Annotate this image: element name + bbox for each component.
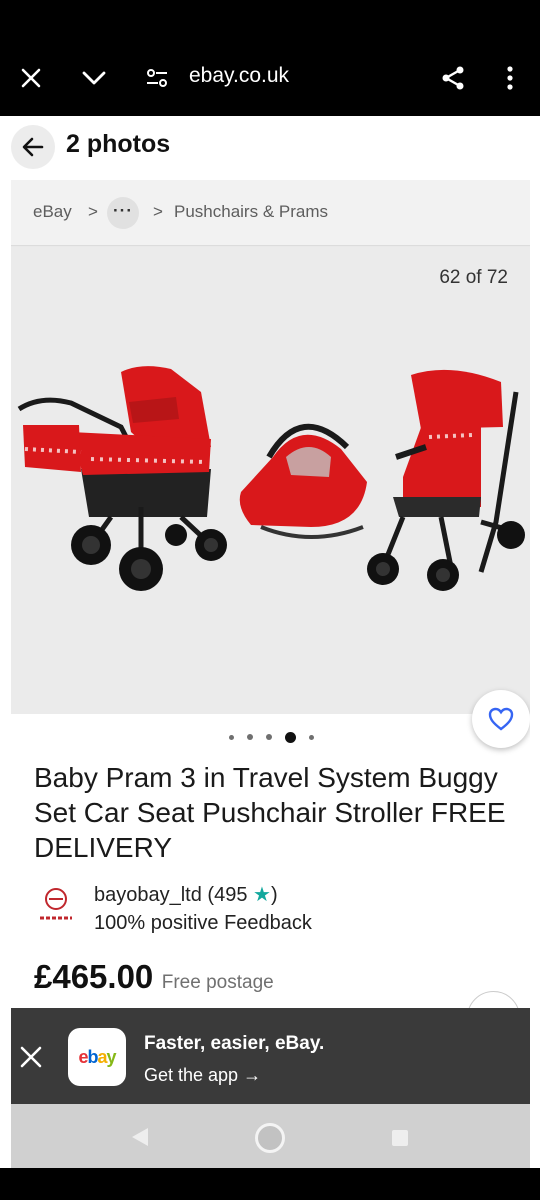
seller-feedback: 100% positive Feedback: [94, 912, 312, 934]
nav-back-icon[interactable]: [130, 1126, 150, 1148]
ebay-logo-y: y: [106, 1046, 117, 1067]
pram-set-image: [17, 366, 525, 591]
gallery-header: 2 photos: [0, 116, 540, 180]
arrow-left-icon: [22, 137, 44, 157]
breadcrumb-root-link[interactable]: eBay: [33, 202, 72, 222]
chevron-right-icon: >: [88, 202, 98, 221]
nav-recents-icon[interactable]: [392, 1130, 408, 1146]
site-settings-icon[interactable]: [135, 56, 179, 100]
back-button[interactable]: [11, 125, 55, 169]
breadcrumb: eBay > ··· > Pushchairs & Prams: [11, 180, 530, 246]
photo-counter: 62 of 72: [439, 267, 508, 288]
ebay-logo-a: a: [97, 1046, 107, 1067]
carousel-dot[interactable]: [229, 734, 234, 740]
close-icon[interactable]: [18, 1044, 44, 1070]
system-nav-bar: [11, 1104, 530, 1168]
chevron-down-icon[interactable]: [72, 56, 116, 100]
carousel-dots[interactable]: [229, 730, 314, 744]
product-photo[interactable]: 62 of 72: [11, 247, 530, 714]
stroller-illustration: [367, 369, 525, 591]
url-text[interactable]: ebay.co.uk: [189, 64, 289, 88]
carrycot-pram-illustration: [17, 366, 227, 591]
chevron-right-icon: >: [153, 202, 163, 221]
carousel-dot-active[interactable]: [285, 731, 296, 743]
carousel-dot[interactable]: [309, 734, 314, 740]
get-app-link[interactable]: Get the app →: [144, 1065, 261, 1086]
ebay-logo-e: e: [78, 1046, 88, 1067]
share-icon[interactable]: [431, 56, 475, 100]
watch-button[interactable]: [472, 690, 530, 748]
banner-title: Faster, easier, eBay.: [144, 1033, 325, 1054]
app-install-banner: ebay Faster, easier, eBay. Get the app →: [11, 1008, 530, 1104]
seller-logo[interactable]: [34, 884, 78, 928]
close-tab-icon[interactable]: [9, 56, 53, 100]
gallery-title: 2 photos: [66, 130, 171, 158]
carousel-dot[interactable]: [247, 734, 253, 740]
postage-info: Free postage: [161, 972, 274, 993]
ebay-logo: ebay: [68, 1028, 126, 1086]
seller-name-end: ): [270, 884, 278, 906]
browser-toolbar: ebay.co.uk: [0, 0, 540, 116]
listing-title: Baby Pram 3 in Travel System Buggy Set C…: [34, 762, 506, 863]
nav-home-icon[interactable]: [255, 1123, 285, 1153]
carousel-dot[interactable]: [266, 734, 272, 740]
ebay-logo-b: b: [87, 1046, 98, 1067]
breadcrumb-category-link[interactable]: Pushchairs & Prams: [174, 202, 328, 222]
more-vertical-icon[interactable]: [488, 56, 532, 100]
feedback-star-icon: ★: [253, 884, 271, 906]
breadcrumb-more-button[interactable]: ···: [107, 197, 139, 229]
seller-name-link[interactable]: bayobay_ltd (495 ★): [94, 882, 278, 907]
car-seat-illustration: [239, 423, 367, 539]
price: £465.00: [34, 958, 154, 995]
price-row: £465.00 Free postage: [34, 958, 274, 996]
seller-name: bayobay_ltd (495: [94, 884, 254, 906]
heart-icon: [488, 707, 514, 731]
